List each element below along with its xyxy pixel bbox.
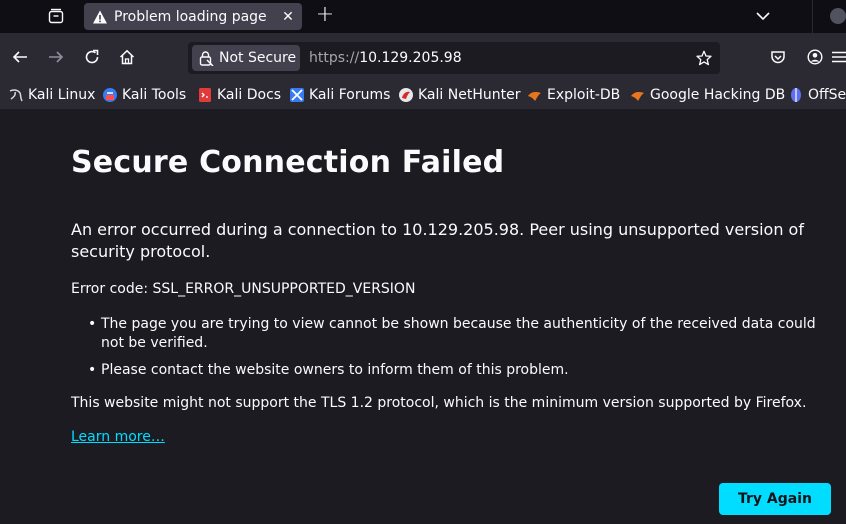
bookmark-offsec[interactable]: OffSe (788, 85, 846, 105)
list-item: The page you are trying to view cannot b… (88, 315, 821, 353)
error-details-list: The page you are trying to view cannot b… (88, 315, 821, 388)
offsec-icon (788, 87, 804, 103)
error-code: Error code: SSL_ERROR_UNSUPPORTED_VERSIO… (71, 281, 416, 297)
url-scheme: https:// (309, 50, 360, 66)
nav-toolbar: Not Secure https://10.129.205.98 (0, 33, 846, 81)
bookmark-kali-forums[interactable]: Kali Forums (289, 85, 390, 105)
try-again-button[interactable]: Try Again (719, 483, 831, 515)
url-bar[interactable]: Not Secure https://10.129.205.98 (188, 42, 720, 74)
chevron-down-icon (756, 12, 770, 21)
kali-forums-icon (289, 87, 305, 103)
bookmark-kali-linux[interactable]: Kali Linux (8, 85, 95, 105)
learn-more-link[interactable]: Learn more… (71, 429, 165, 445)
bookmark-exploit-db[interactable]: Exploit-DB (527, 85, 620, 105)
pocket-button[interactable] (767, 46, 789, 68)
close-tab-icon[interactable]: ✕ (280, 9, 296, 25)
insecure-lock-icon (199, 51, 214, 66)
firefox-view-button[interactable] (44, 5, 68, 27)
star-icon (696, 50, 712, 66)
bookmark-label: OffSe (808, 87, 846, 103)
tabstrip-divider (812, 0, 813, 33)
bookmark-google-hacking-db[interactable]: Google Hacking DB (630, 85, 785, 105)
window-control-icon[interactable] (830, 8, 846, 24)
bookmark-label: Exploit-DB (547, 87, 621, 103)
bookmarks-toolbar: Kali Linux Kali Tools Kali Docs Kali For… (0, 81, 846, 109)
tab-problem-loading[interactable]: Problem loading page ✕ (84, 3, 302, 30)
home-button[interactable] (116, 46, 138, 68)
kali-tools-icon (102, 87, 118, 103)
tls-note: This website might not support the TLS 1… (71, 395, 807, 411)
bookmark-page-button[interactable] (694, 48, 714, 68)
bookmark-kali-tools[interactable]: Kali Tools (102, 85, 186, 105)
url-host: 10.129.205.98 (359, 50, 462, 66)
new-tab-button[interactable]: + (314, 4, 336, 27)
list-item: Please contact the website owners to inf… (88, 361, 821, 380)
bookmark-label: Kali Docs (217, 87, 282, 103)
home-icon (119, 49, 135, 65)
account-button[interactable] (804, 46, 826, 68)
url-input[interactable]: https://10.129.205.98 (309, 50, 462, 66)
pocket-icon (771, 51, 785, 64)
bookmark-label: Kali Tools (122, 87, 187, 103)
firefox-view-icon (48, 8, 64, 24)
exploit-db-icon (527, 87, 543, 103)
error-description: An error occurred during a connection to… (71, 220, 804, 261)
forward-arrow-icon (49, 51, 64, 63)
bookmark-label: Kali Linux (28, 87, 96, 103)
back-button[interactable] (9, 46, 31, 68)
kali-nethunter-icon (398, 87, 414, 103)
kali-docs-icon (197, 87, 213, 103)
not-secure-label: Not Secure (219, 50, 297, 66)
account-icon (807, 49, 823, 65)
tab-title: Problem loading page (114, 8, 267, 25)
warning-icon (93, 10, 107, 23)
site-identity-button[interactable]: Not Secure (192, 45, 300, 71)
reload-icon (85, 49, 99, 64)
tab-strip: Problem loading page ✕ + (0, 0, 846, 33)
bookmark-kali-docs[interactable]: Kali Docs (197, 85, 281, 105)
menu-button[interactable] (832, 46, 846, 68)
bookmark-label: Google Hacking DB (650, 87, 786, 103)
error-page: Secure Connection Failed An error occurr… (0, 109, 846, 524)
back-arrow-icon (12, 51, 27, 63)
bookmark-kali-nethunter[interactable]: Kali NetHunter (398, 85, 520, 105)
hamburger-menu-icon (832, 51, 846, 63)
list-all-tabs-button[interactable] (752, 6, 774, 26)
kali-dragon-icon (8, 87, 24, 103)
bookmark-label: Kali NetHunter (418, 87, 521, 103)
page-title: Secure Connection Failed (71, 145, 505, 180)
reload-button[interactable] (81, 46, 103, 68)
forward-button[interactable] (45, 46, 67, 68)
bookmark-label: Kali Forums (309, 87, 391, 103)
ghdb-icon (630, 87, 646, 103)
